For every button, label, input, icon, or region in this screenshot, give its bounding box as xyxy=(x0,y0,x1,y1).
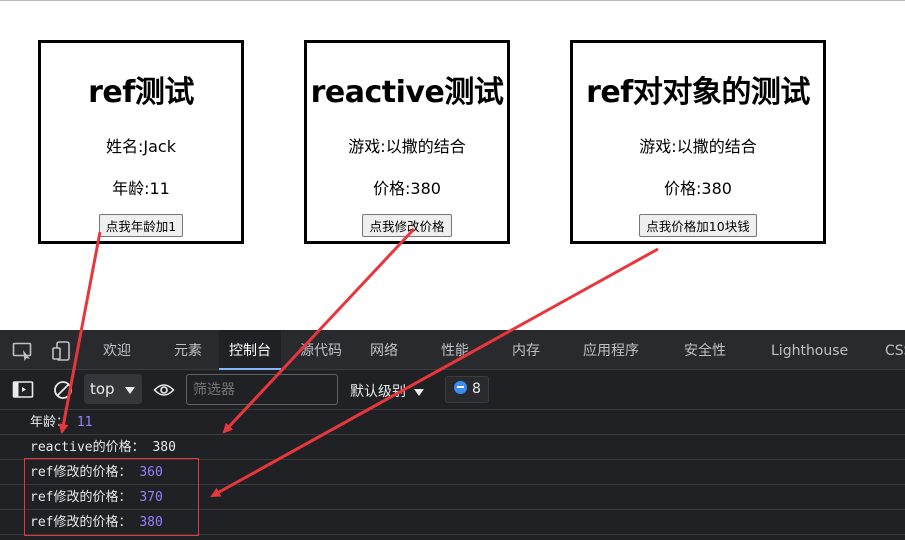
age-text: 年龄:11 xyxy=(112,179,170,198)
add-ten-price-button[interactable]: 点我价格加10块钱 xyxy=(639,214,757,237)
log-levels-dropdown[interactable]: 默认级别 xyxy=(350,381,424,401)
tab-memory[interactable]: 内存 xyxy=(512,330,540,370)
add-age-button[interactable]: 点我年龄加1 xyxy=(98,214,184,237)
log-label: 年龄： xyxy=(30,415,70,430)
console-toolbar: top 默认级别 8 xyxy=(0,370,905,410)
change-price-button[interactable]: 点我修改价格 xyxy=(362,214,452,237)
card-title: reactive测试 xyxy=(310,75,504,110)
devtools-tab-bar: 欢迎 元素 控制台 源代码 网络 性能 内存 应用程序 安全性 Lighthou… xyxy=(0,330,905,370)
ref-test-card: ref测试 姓名:Jack 年龄:11 点我年龄加1 xyxy=(38,40,244,244)
tab-sources[interactable]: 源代码 xyxy=(300,330,342,370)
name-text: 姓名:Jack xyxy=(106,137,176,156)
context-select[interactable]: top xyxy=(84,374,142,404)
chevron-down-icon xyxy=(414,388,424,396)
tab-css[interactable]: CSS xyxy=(885,330,905,370)
log-value: 380 xyxy=(152,440,176,455)
chevron-down-icon xyxy=(125,387,135,394)
game-text: 游戏:以撒的结合 xyxy=(348,137,466,156)
tab-console[interactable]: 控制台 xyxy=(219,330,281,370)
device-toolbar-icon[interactable] xyxy=(52,341,74,361)
tab-welcome[interactable]: 欢迎 xyxy=(103,330,131,370)
console-log-row: reactive的价格： 380 xyxy=(0,435,905,460)
game-text: 游戏:以撒的结合 xyxy=(639,137,757,156)
log-levels-label: 默认级别 xyxy=(350,384,406,400)
tab-network[interactable]: 网络 xyxy=(370,330,398,370)
price-text: 价格:380 xyxy=(373,179,441,198)
context-value: top xyxy=(90,380,115,398)
message-icon xyxy=(454,381,467,394)
inspect-element-icon[interactable] xyxy=(12,341,34,361)
filter-input[interactable] xyxy=(186,374,338,405)
tab-application[interactable]: 应用程序 xyxy=(583,330,639,370)
issues-count: 8 xyxy=(472,381,481,397)
tab-elements[interactable]: 元素 xyxy=(174,330,202,370)
eye-icon[interactable] xyxy=(153,380,175,400)
ref-object-test-card: ref对对象的测试 游戏:以撒的结合 价格:380 点我价格加10块钱 xyxy=(570,40,826,244)
tab-lighthouse[interactable]: Lighthouse xyxy=(771,330,848,370)
page-top-border xyxy=(0,0,905,1)
issues-counter[interactable]: 8 xyxy=(445,376,489,403)
price-text: 价格:380 xyxy=(664,179,732,198)
reactive-test-card: reactive测试 游戏:以撒的结合 价格:380 点我修改价格 xyxy=(304,40,510,244)
card-title: ref测试 xyxy=(88,75,194,110)
console-log-row: 年龄： 11 xyxy=(0,410,905,435)
log-label: reactive的价格： xyxy=(30,440,145,455)
tab-performance[interactable]: 性能 xyxy=(441,330,469,370)
card-title: ref对对象的测试 xyxy=(586,75,810,110)
sidebar-toggle-icon[interactable] xyxy=(12,380,34,400)
tab-security[interactable]: 安全性 xyxy=(684,330,726,370)
clear-console-icon[interactable] xyxy=(52,380,74,400)
log-value: 11 xyxy=(76,415,93,430)
annotation-highlight-box xyxy=(24,458,199,536)
